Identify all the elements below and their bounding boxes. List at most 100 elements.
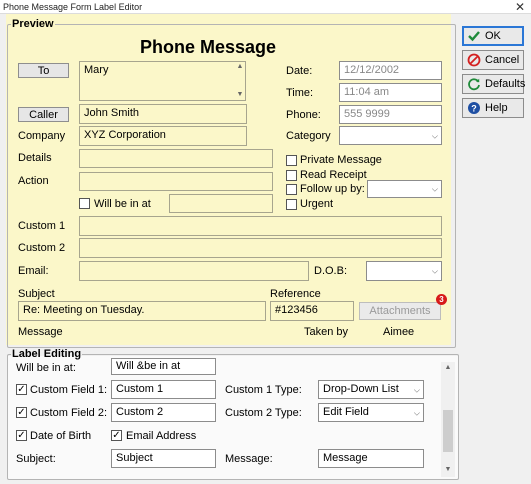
to-value: Mary bbox=[84, 64, 109, 76]
category-label: Category bbox=[286, 130, 331, 142]
scrollbar-thumb[interactable] bbox=[443, 410, 453, 452]
urgent-label: Urgent bbox=[300, 198, 334, 210]
will-be-in-field[interactable] bbox=[169, 194, 273, 213]
message-label: Message bbox=[18, 326, 63, 338]
email-edit-label: Email Address bbox=[126, 430, 197, 442]
chevron-down-icon: ⌵ bbox=[431, 266, 438, 276]
taken-by-label: Taken by bbox=[304, 326, 349, 338]
details-label: Details bbox=[18, 152, 52, 164]
phone-field[interactable]: 555 9999 bbox=[339, 105, 442, 124]
details-field[interactable] bbox=[79, 149, 273, 168]
attachments-count-badge: 3 bbox=[436, 294, 447, 305]
time-value: 11:04 am bbox=[344, 86, 390, 98]
will-be-in-edit-input[interactable]: Will &be in at bbox=[111, 358, 216, 375]
will-be-in-edit-label: Will be in at: bbox=[16, 362, 76, 374]
help-icon: ? bbox=[468, 102, 480, 114]
checkmark-icon: ✓ bbox=[17, 384, 26, 395]
date-value: 12/12/2002 bbox=[344, 64, 400, 76]
to-scroll-up-icon[interactable]: ▲ bbox=[233, 63, 247, 70]
private-message-checkbox[interactable] bbox=[286, 155, 297, 166]
to-button[interactable]: To bbox=[18, 63, 69, 78]
caller-button[interactable]: Caller bbox=[18, 107, 69, 122]
will-be-in-edit-value: Will &be in at bbox=[116, 360, 181, 372]
custom-field1-value: Custom 1 bbox=[116, 383, 164, 395]
date-label: Date: bbox=[286, 65, 313, 77]
custom-field1-input[interactable]: Custom 1 bbox=[111, 380, 216, 399]
scroll-up-icon[interactable]: ▲ bbox=[441, 364, 455, 371]
svg-text:?: ? bbox=[471, 104, 477, 114]
to-field[interactable]: Mary bbox=[79, 61, 246, 101]
window-title: Phone Message Form Label Editor bbox=[0, 0, 531, 14]
defaults-button[interactable]: Defaults bbox=[462, 74, 526, 94]
phone-label: Phone: bbox=[286, 109, 321, 121]
subject-edit-input[interactable]: Subject bbox=[111, 449, 216, 468]
time-field[interactable]: 11:04 am bbox=[339, 83, 442, 102]
custom1-type-label: Custom 1 Type: bbox=[225, 384, 302, 396]
private-message-label: Private Message bbox=[300, 154, 382, 166]
checkmark-icon: ✓ bbox=[112, 430, 121, 441]
custom-field2-checkbox[interactable]: ✓ bbox=[16, 407, 27, 418]
follow-up-checkbox[interactable] bbox=[286, 184, 297, 195]
will-be-in-checkbox[interactable] bbox=[79, 198, 90, 209]
custom1-type-dropdown[interactable]: Drop-Down List ⌵ bbox=[318, 380, 424, 399]
to-scroll-down-icon[interactable]: ▼ bbox=[233, 91, 247, 98]
custom1-field[interactable] bbox=[79, 216, 442, 236]
reference-field[interactable]: #123456 bbox=[270, 301, 354, 321]
checkmark-icon: ✓ bbox=[17, 430, 26, 441]
custom-field1-checkbox[interactable]: ✓ bbox=[16, 384, 27, 395]
will-be-in-label: Will be in at bbox=[94, 198, 151, 210]
custom-field2-edit-label: Custom Field 2: bbox=[30, 407, 108, 419]
date-field[interactable]: 12/12/2002 bbox=[339, 61, 442, 80]
phone-value: 555 9999 bbox=[344, 108, 390, 120]
custom1-label: Custom 1 bbox=[18, 220, 66, 232]
chevron-down-icon: ⌵ bbox=[413, 385, 420, 394]
caller-value: John Smith bbox=[84, 107, 140, 119]
taken-by-value: Aimee bbox=[383, 326, 415, 338]
caller-field[interactable]: John Smith bbox=[79, 104, 247, 124]
defaults-label: Defaults bbox=[485, 78, 526, 90]
cancel-icon bbox=[467, 53, 481, 67]
email-checkbox[interactable]: ✓ bbox=[111, 430, 122, 441]
chevron-down-icon: ⌵ bbox=[431, 131, 438, 140]
message-edit-value: Message bbox=[323, 452, 368, 464]
refresh-icon bbox=[468, 78, 480, 91]
email-label: Email: bbox=[18, 265, 49, 277]
company-value: XYZ Corporation bbox=[84, 129, 166, 141]
category-dropdown[interactable]: ⌵ bbox=[339, 126, 442, 145]
preview-legend: Preview bbox=[12, 18, 54, 30]
reference-label: Reference bbox=[270, 288, 321, 300]
custom-field2-input[interactable]: Custom 2 bbox=[111, 403, 216, 422]
custom2-type-label: Custom 2 Type: bbox=[225, 407, 302, 419]
ok-button[interactable]: OK bbox=[462, 26, 524, 46]
email-field[interactable] bbox=[79, 261, 309, 281]
attachments-button[interactable]: Attachments bbox=[359, 302, 441, 320]
action-label: Action bbox=[18, 175, 49, 187]
follow-up-label: Follow up by: bbox=[300, 183, 365, 195]
dob-edit-label: Date of Birth bbox=[30, 430, 92, 442]
reference-value: #123456 bbox=[275, 304, 318, 316]
cancel-button[interactable]: Cancel bbox=[462, 50, 524, 70]
action-field[interactable] bbox=[79, 172, 273, 191]
custom2-type-dropdown[interactable]: Edit Field ⌵ bbox=[318, 403, 424, 422]
time-label: Time: bbox=[286, 87, 314, 99]
custom2-field[interactable] bbox=[79, 238, 442, 258]
company-field[interactable]: XYZ Corporation bbox=[79, 126, 247, 146]
label-editing-legend: Label Editing bbox=[12, 348, 82, 360]
chevron-down-icon: ⌵ bbox=[431, 184, 438, 194]
dob-dropdown[interactable]: ⌵ bbox=[366, 261, 442, 281]
subject-field[interactable]: Re: Meeting on Tuesday. bbox=[18, 301, 266, 321]
subject-label: Subject bbox=[18, 288, 55, 300]
dob-checkbox[interactable]: ✓ bbox=[16, 430, 27, 441]
read-receipt-checkbox[interactable] bbox=[286, 170, 297, 181]
follow-up-dropdown[interactable]: ⌵ bbox=[367, 180, 442, 198]
checkmark-icon: ✓ bbox=[17, 407, 26, 418]
close-icon[interactable]: ✕ bbox=[515, 0, 525, 14]
custom-field1-edit-label: Custom Field 1: bbox=[30, 384, 108, 396]
message-edit-input[interactable]: Message bbox=[318, 449, 424, 468]
read-receipt-label: Read Receipt bbox=[300, 169, 367, 181]
cancel-label: Cancel bbox=[485, 54, 520, 66]
urgent-checkbox[interactable] bbox=[286, 199, 297, 210]
help-button[interactable]: ? Help bbox=[462, 98, 524, 118]
scroll-down-icon[interactable]: ▼ bbox=[441, 466, 455, 473]
subject-edit-value: Subject bbox=[116, 452, 153, 464]
